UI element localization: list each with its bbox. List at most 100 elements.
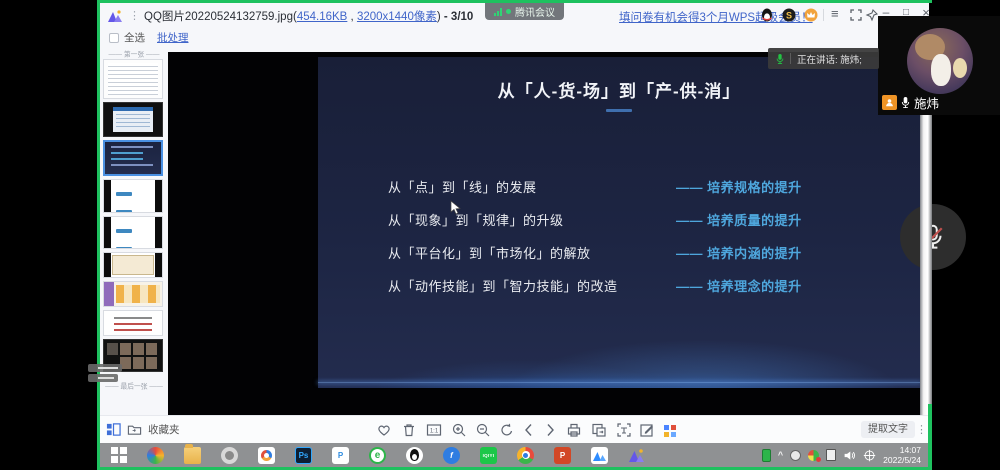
convert-format-icon[interactable] (591, 422, 607, 438)
thumbnail-5[interactable] (103, 216, 163, 249)
thumbnail-2[interactable] (103, 102, 163, 137)
tray-app-icon[interactable] (790, 450, 801, 461)
taskbar-chrome-icon[interactable] (507, 443, 544, 467)
select-all-checkbox[interactable] (109, 33, 119, 43)
qq-penguin-icon[interactable] (759, 7, 775, 23)
start-button[interactable] (100, 443, 137, 467)
menu-icon[interactable]: ≡ (831, 6, 839, 21)
toast-divider (790, 53, 791, 64)
previous-image-icon[interactable] (521, 422, 537, 438)
taskbar-powerpoint-icon[interactable]: P (544, 443, 581, 467)
windows-taskbar: Ps P e f IQIYI P ^ (100, 443, 929, 467)
volume-icon[interactable] (843, 449, 856, 462)
network-icon[interactable] (863, 449, 876, 462)
slide-row-right: —— 培养理念的提升 (676, 276, 802, 295)
tray-expand-caret[interactable]: ^ (778, 450, 783, 460)
thumbnail-sidebar: —— 第一张 —— —— 最后一张 —— (100, 47, 168, 415)
favorites-folder-icon[interactable] (127, 422, 142, 437)
favorite-heart-icon[interactable] (376, 422, 392, 438)
thumbnail-overlay-chip (88, 374, 118, 382)
favorites-label[interactable]: 收藏夹 (148, 422, 180, 437)
slide-wave-graphic (318, 326, 920, 388)
batch-process-link[interactable]: 批处理 (157, 30, 189, 45)
crown-icon[interactable] (803, 7, 819, 23)
slide-title: 从「人-货-场」到「产-供-消」 (318, 77, 920, 102)
dimensions-link[interactable]: 3200x1440像素 (357, 11, 437, 23)
taskbar-iqiyi-icon[interactable]: IQIYI (470, 443, 507, 467)
selection-row: 全选 批处理 (100, 28, 929, 47)
taskbar-qq-icon[interactable] (396, 443, 433, 467)
slide-row-right: —— 培养质量的提升 (676, 210, 802, 229)
toolbar-more-icon[interactable]: ⋮ (916, 423, 927, 436)
avatar-art (931, 54, 951, 86)
apps-grid-icon[interactable] (662, 422, 678, 438)
taskbar-photoshop-icon[interactable]: Ps (285, 443, 322, 467)
scrollbar-strip[interactable] (920, 115, 932, 415)
select-all-label[interactable]: 全选 (124, 30, 145, 45)
fullscreen-icon[interactable] (848, 7, 864, 23)
taskbar-browser-swirl-icon[interactable] (137, 443, 174, 467)
slide-row-left: 从「现象」到「规律」的升级 (388, 210, 564, 229)
thumbnail-6[interactable] (103, 252, 163, 278)
slide-row-right: —— 培养规格的提升 (676, 177, 802, 196)
speaking-label: 正在讲话: 施炜; (797, 52, 862, 66)
svg-text:S: S (786, 11, 792, 21)
thumbnail-8[interactable] (103, 310, 163, 336)
slide-row-left: 从「平台化」到「市场化」的解放 (388, 243, 591, 262)
edit-icon[interactable] (639, 422, 655, 438)
meeting-share-badge[interactable]: 腾讯会议 (485, 3, 564, 20)
slide-row: 从「平台化」到「市场化」的解放 —— 培养内涵的提升 (318, 243, 920, 261)
svg-text:1:1: 1:1 (430, 429, 439, 435)
image-display-area: 从「人-货-场」到「产-供-消」 从「点」到「线」的发展 —— 培养规格的提升 … (168, 52, 921, 415)
actual-size-icon[interactable]: 1:1 (426, 422, 442, 438)
taskbar-netdisk-icon[interactable] (248, 443, 285, 467)
zoom-out-icon[interactable] (475, 422, 491, 438)
speaking-toast: 正在讲话: 施炜; (768, 48, 879, 69)
thumbnail-3-selected[interactable] (103, 140, 163, 176)
taskbar-image-viewer-icon[interactable] (618, 443, 655, 467)
taskbar-pdf-icon[interactable]: P (322, 443, 359, 467)
print-icon[interactable] (566, 422, 582, 438)
mouse-cursor (449, 200, 463, 216)
battery-icon[interactable] (762, 449, 771, 462)
rotate-icon[interactable] (499, 422, 515, 438)
taskbar-tencent-meeting-icon[interactable] (581, 443, 618, 467)
participant-video-tile[interactable]: 施炜 (878, 16, 1000, 115)
thumbnail-1[interactable] (103, 59, 163, 99)
toolbar-left: 收藏夹 (106, 422, 180, 437)
taskbar-clock[interactable]: 14:07 2022/5/24 (883, 445, 921, 465)
extract-text-button[interactable]: 提取文字 (861, 421, 915, 438)
slide-row-right: —— 培养内涵的提升 (676, 243, 802, 262)
file-size-link[interactable]: 454.16KB (297, 11, 348, 23)
meeting-badge-label: 腾讯会议 (515, 4, 555, 19)
tray-antivirus-icon[interactable] (808, 450, 819, 461)
taskbar-camera-app-icon[interactable] (211, 443, 248, 467)
zoom-in-icon[interactable] (451, 422, 467, 438)
clock-time: 14:07 (900, 445, 921, 455)
mic-on-icon (900, 96, 911, 109)
tray-clipboard-icon[interactable] (826, 449, 836, 461)
ocr-icon[interactable] (616, 422, 632, 438)
delete-trash-icon[interactable] (401, 422, 417, 438)
slide-row-left: 从「动作技能」到「智力技能」的改造 (388, 276, 618, 295)
thumbnail-4[interactable] (103, 179, 163, 213)
image-counter: - 3/10 (441, 11, 474, 23)
taskbar-flash-icon[interactable]: f (433, 443, 470, 467)
taskbar-360-browser-icon[interactable]: e (359, 443, 396, 467)
screen: ⋮ QQ图片20220524132759.jpg(454.16KB , 3200… (0, 0, 1000, 470)
viewer-toolbar: 收藏夹 1:1 (100, 415, 929, 443)
layout-grid-icon[interactable] (106, 422, 121, 437)
first-image-label: —— 第一张 —— (103, 50, 164, 60)
window-title: QQ图片20220524132759.jpg(454.16KB , 3200x1… (144, 8, 473, 24)
slide-row: 从「点」到「线」的发展 —— 培养规格的提升 (318, 177, 920, 195)
taskbar-file-explorer-icon[interactable] (174, 443, 211, 467)
viewer-app-logo-icon (107, 9, 123, 23)
slide-row-left: 从「点」到「线」的发展 (388, 177, 537, 196)
super-member-coin-icon[interactable]: S (781, 7, 797, 23)
titlebar-divider (823, 9, 824, 21)
microphone-muted-button[interactable] (900, 204, 966, 270)
thumbnail-7[interactable] (103, 281, 163, 307)
recording-dot-icon (506, 9, 511, 14)
file-name: QQ图片20220524132759.jpg (144, 11, 293, 23)
next-image-icon[interactable] (542, 422, 558, 438)
